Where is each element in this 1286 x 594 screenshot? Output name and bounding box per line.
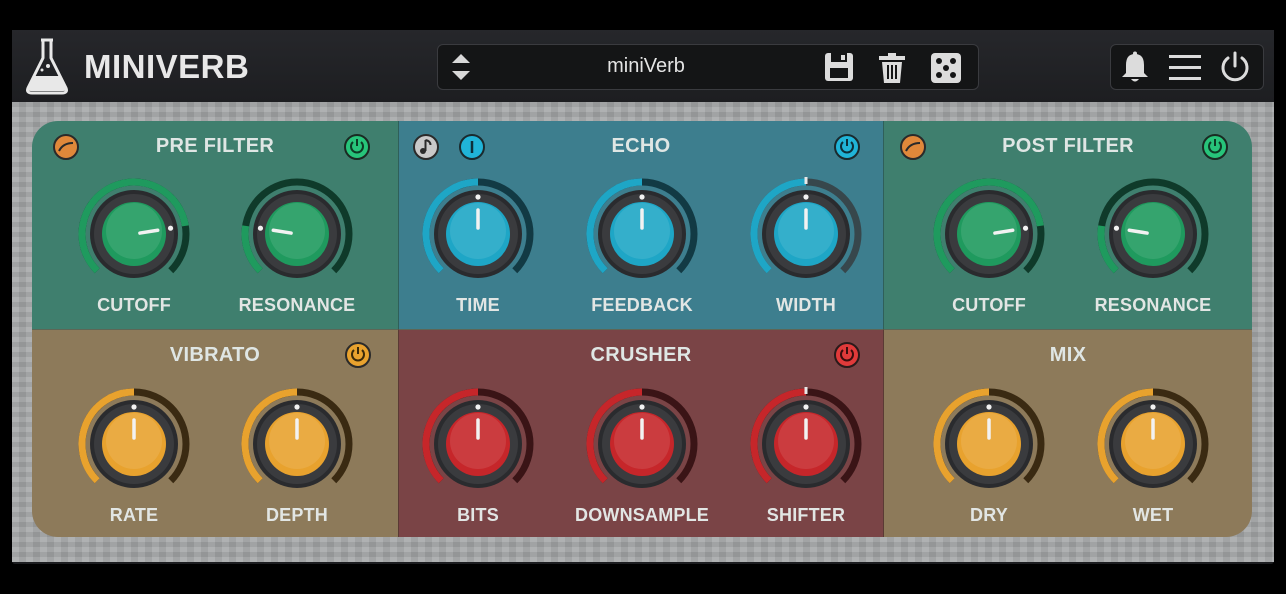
save-icon[interactable]	[824, 53, 854, 81]
filter-curve-icon	[905, 142, 921, 152]
resonance-knob[interactable]	[237, 174, 357, 294]
utility-bar	[1110, 44, 1264, 90]
power-icon	[350, 139, 364, 154]
post-filter-type-button[interactable]	[900, 134, 926, 160]
bar-icon	[470, 141, 474, 153]
knob-dot	[1113, 225, 1120, 231]
knob-label-post-cutoff: CUTOFF	[952, 295, 1026, 315]
pre-filter-type-button[interactable]	[53, 134, 79, 160]
cutoff-knob[interactable]	[929, 174, 1049, 294]
menu-icon[interactable]	[1169, 51, 1201, 83]
section-title: VIBRATO	[169, 344, 261, 366]
dry-knob[interactable]	[929, 384, 1049, 504]
knob-label-crusher-bits: BITS	[457, 505, 499, 525]
vibrato-power-button[interactable]	[345, 342, 371, 368]
shifter-knob[interactable]	[746, 384, 866, 504]
power-icon	[840, 347, 854, 362]
knob-dot	[475, 404, 481, 410]
pre-filter-power-button[interactable]	[344, 134, 370, 160]
echo-power-button[interactable]	[834, 134, 860, 160]
echo-ping-pong-button[interactable]	[459, 134, 485, 160]
trash-icon[interactable]	[878, 53, 906, 83]
knob-label-mix-wet: WET	[1132, 505, 1174, 525]
app-title: MINIVERB	[84, 48, 250, 85]
flask-icon	[26, 38, 68, 95]
knob-dot	[803, 194, 809, 200]
dice-icon[interactable]	[931, 53, 961, 83]
knob-label-echo-width: WIDTH	[776, 295, 836, 315]
cutoff-knob[interactable]	[74, 174, 194, 294]
knob-dot	[803, 404, 809, 410]
power-icon	[840, 139, 854, 154]
knob-label-pre-resonance: RESONANCE	[238, 295, 356, 315]
resonance-knob[interactable]	[1093, 174, 1213, 294]
preset-name[interactable]: miniVerb	[438, 55, 854, 78]
knob-label-post-resonance: RESONANCE	[1094, 295, 1212, 315]
knob-dot	[257, 225, 264, 231]
knob-dot	[475, 194, 481, 200]
filter-curve-icon	[58, 142, 74, 152]
feedback-knob[interactable]	[582, 174, 702, 294]
knob-dot	[167, 225, 174, 231]
knob-label-crusher-shifter: SHIFTER	[766, 505, 846, 525]
knob-dot	[1150, 404, 1156, 410]
knob-dot	[1022, 225, 1029, 231]
knob-label-vibrato-rate: RATE	[109, 505, 159, 525]
bell-icon[interactable]	[1120, 51, 1150, 83]
bits-knob[interactable]	[418, 384, 538, 504]
section-title: CRUSHER	[590, 344, 692, 366]
crusher-power-button[interactable]	[834, 342, 860, 368]
knob-label-crusher-downsample: DOWNSAMPLE	[575, 505, 709, 525]
music-note-icon	[420, 139, 432, 154]
section-title: POST FILTER	[1002, 135, 1134, 157]
knob-label-pre-cutoff: CUTOFF	[97, 295, 171, 315]
post-filter-power-button[interactable]	[1202, 134, 1228, 160]
knob-label-echo-time: TIME	[456, 295, 500, 315]
effects-panel: PRE FILTER ECHO POST FILTER VIBRATO CRUS…	[32, 121, 1252, 537]
depth-knob[interactable]	[237, 384, 357, 504]
power-icon[interactable]	[1219, 51, 1251, 83]
rate-knob[interactable]	[74, 384, 194, 504]
time-knob[interactable]	[418, 174, 538, 294]
knob-dot	[131, 404, 137, 410]
knob-label-echo-feedback: FEEDBACK	[591, 295, 693, 315]
width-knob[interactable]	[746, 174, 866, 294]
section-title: MIX	[1049, 344, 1087, 366]
preset-bar: miniVerb	[437, 44, 979, 90]
echo-sync-button[interactable]	[413, 134, 439, 160]
power-icon	[1208, 139, 1222, 154]
knob-label-mix-dry: DRY	[970, 505, 1008, 525]
knob-dot	[986, 404, 992, 410]
knob-dot	[639, 194, 645, 200]
power-icon	[351, 347, 365, 362]
wet-knob[interactable]	[1093, 384, 1213, 504]
knob-label-vibrato-depth: DEPTH	[265, 505, 328, 525]
knob-dot	[294, 404, 300, 410]
downsample-knob[interactable]	[582, 384, 702, 504]
knob-dot	[639, 404, 645, 410]
